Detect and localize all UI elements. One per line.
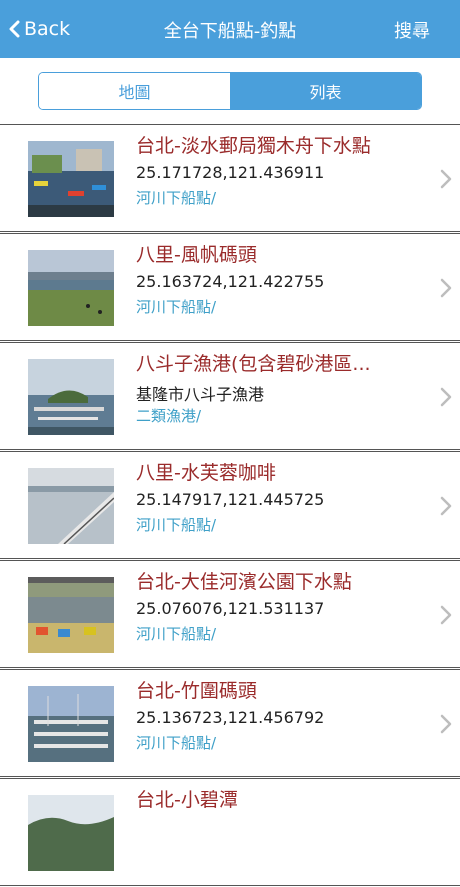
thumbnail-image xyxy=(28,577,114,653)
spot-list: 台北-淡水郵局獨木舟下水點 25.171728,121.436911 河川下船點… xyxy=(0,124,460,887)
back-button[interactable]: Back xyxy=(8,16,70,42)
thumbnail-image xyxy=(28,686,114,762)
item-title: 八斗子漁港(包含碧砂港區... xyxy=(136,353,371,375)
chevron-left-icon xyxy=(9,20,20,38)
search-button[interactable]: 搜尋 xyxy=(394,17,430,43)
chevron-right-icon xyxy=(440,278,452,298)
list-item[interactable]: 八里-風帆碼頭 25.163724,121.422755 河川下船點/ xyxy=(0,233,460,341)
tab-map[interactable]: 地圖 xyxy=(39,73,230,109)
item-coordinates: 25.136723,121.456792 xyxy=(136,708,325,727)
item-title: 台北-竹圍碼頭 xyxy=(136,680,257,702)
thumbnail-image xyxy=(28,795,114,871)
list-item[interactable]: 台北-大佳河濱公園下水點 25.076076,121.531137 河川下船點/ xyxy=(0,560,460,668)
list-item[interactable]: 八斗子漁港(包含碧砂港區... 基隆市八斗子漁港 二類漁港/ xyxy=(0,342,460,450)
item-title: 八里-風帆碼頭 xyxy=(136,244,257,266)
thumbnail-image xyxy=(28,141,114,217)
list-item[interactable]: 台北-竹圍碼頭 25.136723,121.456792 河川下船點/ xyxy=(0,669,460,777)
item-address: 基隆市八斗子漁港 xyxy=(136,385,265,404)
chevron-right-icon xyxy=(440,169,452,189)
item-category: 河川下船點/ xyxy=(136,625,217,643)
chevron-right-icon xyxy=(440,496,452,516)
item-title: 台北-小碧潭 xyxy=(136,789,238,811)
item-title: 台北-大佳河濱公園下水點 xyxy=(136,571,352,593)
nav-bar: Back 全台下船點-釣點 搜尋 xyxy=(0,0,460,58)
item-title: 八里-水芙蓉咖啡 xyxy=(136,462,276,484)
item-coordinates: 25.171728,121.436911 xyxy=(136,163,325,182)
item-category: 二類漁港/ xyxy=(136,407,202,425)
item-category: 河川下船點/ xyxy=(136,189,217,207)
item-title: 台北-淡水郵局獨木舟下水點 xyxy=(136,135,371,157)
chevron-right-icon xyxy=(440,714,452,734)
item-category: 河川下船點/ xyxy=(136,298,217,316)
thumbnail-image xyxy=(28,359,114,435)
item-coordinates: 25.076076,121.531137 xyxy=(136,599,325,618)
chevron-right-icon xyxy=(440,387,452,407)
item-coordinates: 25.147917,121.445725 xyxy=(136,490,325,509)
thumbnail-image xyxy=(28,250,114,326)
item-category: 河川下船點/ xyxy=(136,516,217,534)
view-toggle: 地圖 列表 xyxy=(38,72,422,110)
back-label: Back xyxy=(24,18,71,40)
list-item[interactable]: 台北-小碧潭 xyxy=(0,778,460,886)
thumbnail-image xyxy=(28,468,114,544)
item-category: 河川下船點/ xyxy=(136,734,217,752)
item-coordinates: 25.163724,121.422755 xyxy=(136,272,325,291)
list-item[interactable]: 八里-水芙蓉咖啡 25.147917,121.445725 河川下船點/ xyxy=(0,451,460,559)
list-item[interactable]: 台北-淡水郵局獨木舟下水點 25.171728,121.436911 河川下船點… xyxy=(0,124,460,232)
chevron-right-icon xyxy=(440,605,452,625)
tab-list[interactable]: 列表 xyxy=(230,73,421,109)
